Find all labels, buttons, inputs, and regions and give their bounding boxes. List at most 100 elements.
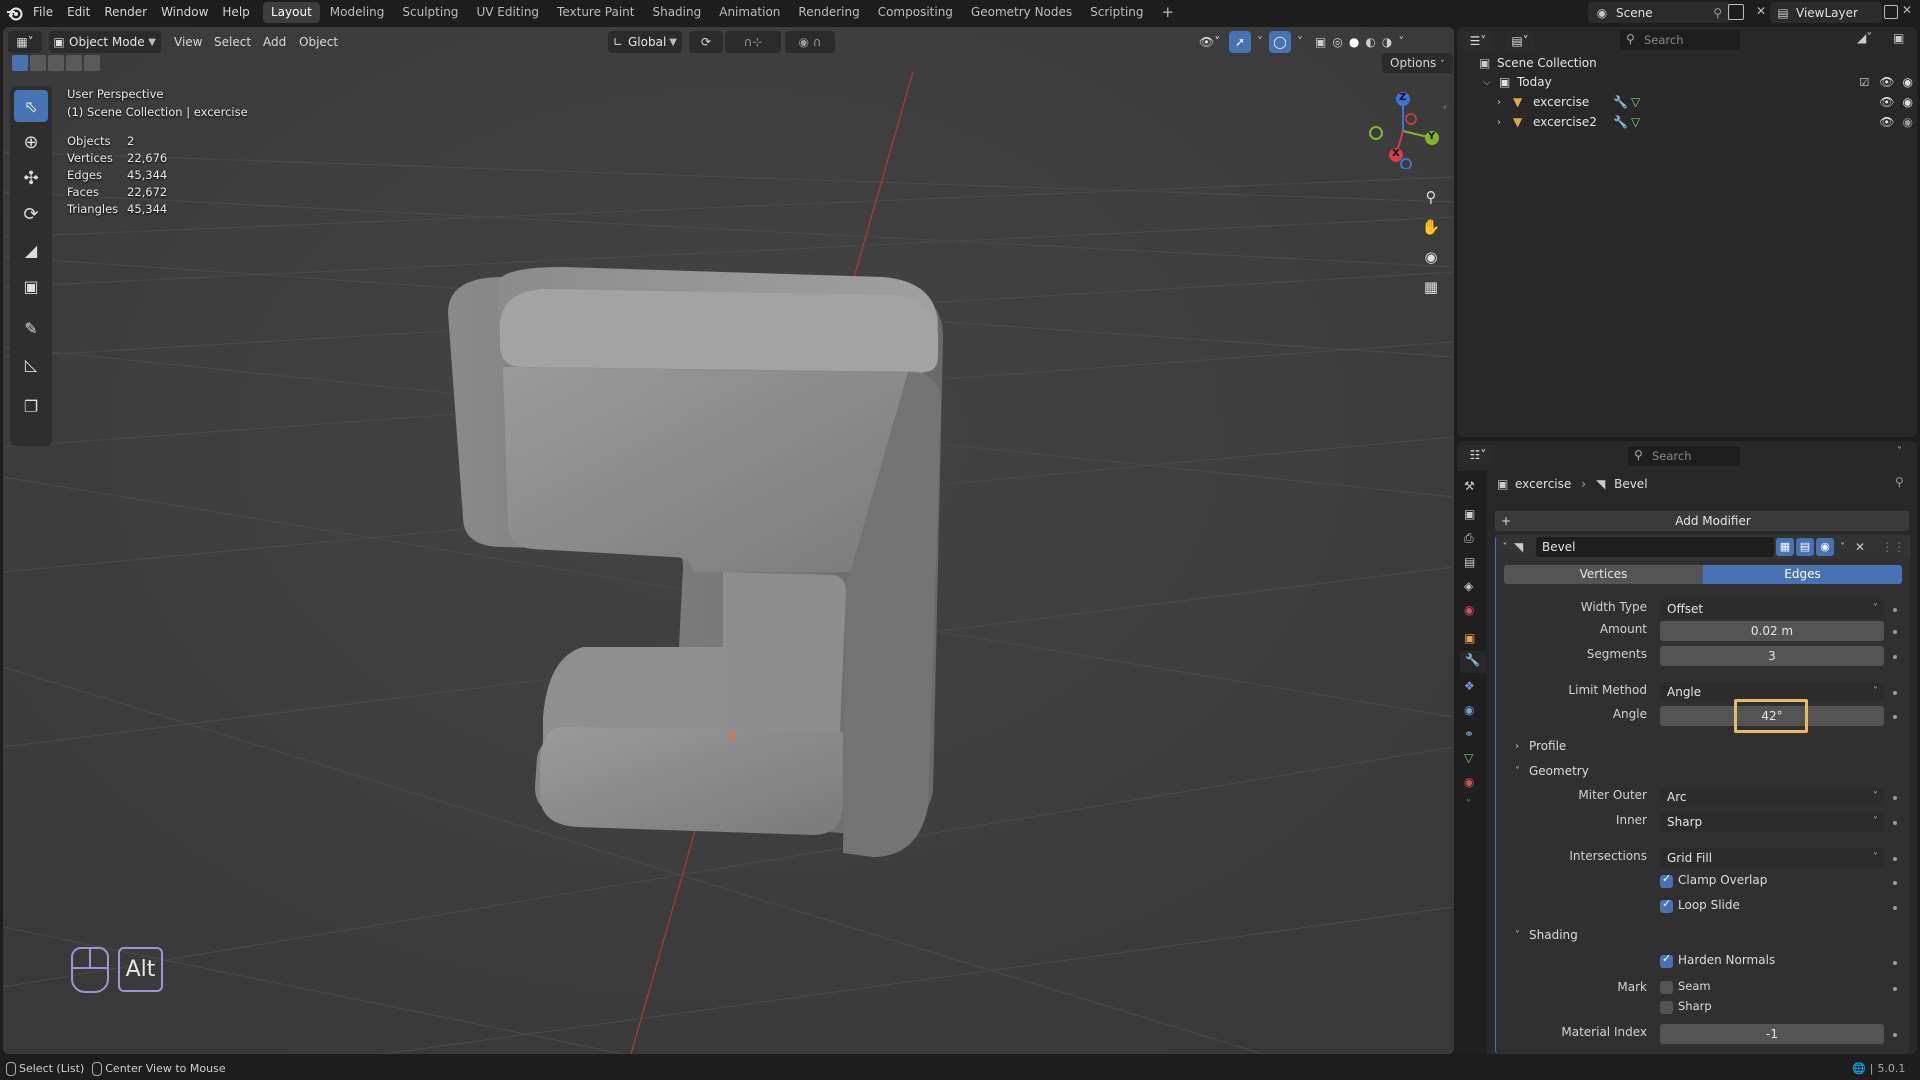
tab-sculpting[interactable]: Sculpting [394, 2, 466, 23]
select-box-tool[interactable]: ⬁ [14, 90, 48, 122]
segments-field[interactable]: 3 [1660, 646, 1884, 666]
loop-slide-checkbox[interactable]: ✓ [1660, 897, 1673, 913]
add-workspace-button[interactable]: + [1154, 2, 1183, 23]
snap-button[interactable]: ∩⊹ [725, 31, 781, 53]
menu-add[interactable]: Add [255, 31, 294, 53]
expand-chevron-icon[interactable]: › [1497, 97, 1513, 108]
new-view-layer-icon[interactable] [1884, 5, 1898, 19]
pin-icon[interactable]: ⚲ [1713, 6, 1722, 20]
eye-icon[interactable]: 👁 [1879, 75, 1894, 89]
annotate-tool[interactable]: ✎ [14, 312, 48, 344]
new-scene-icon[interactable] [1728, 4, 1744, 20]
material-index-field[interactable]: -1 [1660, 1024, 1884, 1044]
render-camera-icon[interactable]: ◉ [1903, 75, 1913, 89]
harden-normals-checkbox[interactable]: ✓ [1660, 952, 1673, 968]
keyframe-dot-icon[interactable] [1893, 1033, 1897, 1037]
outliner-editor-type-button[interactable]: ☰˅ [1463, 31, 1493, 51]
shading-dropdown-icon[interactable]: ˅ [1398, 35, 1404, 49]
menu-edit[interactable]: Edit [60, 0, 97, 25]
xray-icon[interactable]: ▣ [1315, 35, 1326, 49]
select-new-icon[interactable] [12, 55, 28, 71]
3d-viewport[interactable]: ▦˅ ▣ Object Mode ▼ View Select Add Objec… [3, 27, 1454, 1054]
mark-sharp-checkbox[interactable] [1660, 1001, 1673, 1014]
exclude-checkbox-icon[interactable]: ☑ [1859, 76, 1869, 89]
move-tool[interactable]: ✣ [14, 162, 48, 194]
keyframe-dot-icon[interactable] [1893, 987, 1897, 991]
expand-chevron-icon[interactable]: ⌵ [1483, 77, 1499, 88]
sidebar-toggle-icon[interactable]: ‹ [1443, 102, 1447, 113]
tab-layout[interactable]: Layout [263, 2, 320, 23]
menu-render[interactable]: Render [97, 0, 154, 25]
visibility-icon[interactable]: 👁˅ [1199, 35, 1223, 49]
remove-view-layer-icon[interactable]: ✕ [1902, 3, 1912, 17]
expand-chevron-icon[interactable]: › [1497, 117, 1513, 128]
select-intersect-icon[interactable] [84, 55, 100, 71]
eye-icon[interactable]: 👁 [1879, 95, 1894, 109]
tab-scripting[interactable]: Scripting [1082, 2, 1151, 23]
tab-rendering[interactable]: Rendering [790, 2, 867, 23]
pivot-point-button[interactable]: ⟳ [689, 31, 723, 53]
proportional-edit-button[interactable]: ◉ ∩ [785, 31, 835, 53]
keyframe-dot-icon[interactable] [1893, 821, 1897, 825]
editor-type-button[interactable]: ▦˅ [8, 31, 42, 53]
tab-animation[interactable]: Animation [711, 2, 788, 23]
transform-tool[interactable]: ▣ [14, 270, 48, 302]
solid-shading-icon[interactable]: ● [1349, 35, 1359, 49]
scene-collection-row[interactable]: ▣ Scene Collection [1479, 54, 1597, 72]
keyframe-dot-icon[interactable] [1893, 655, 1897, 659]
shading-section-header[interactable]: ˅ Shading [1515, 926, 1578, 944]
mesh-data-icon[interactable]: ▽ [1631, 95, 1640, 109]
outliner-search-input[interactable]: Search [1620, 30, 1740, 50]
outliner-object-row[interactable]: › ▼ excercise2 🔧 ▽ 👁 ◉ [1497, 113, 1913, 131]
keyframe-dot-icon[interactable] [1893, 857, 1897, 861]
gizmo-toggle-icon[interactable]: ➚ [1229, 31, 1251, 53]
menu-help[interactable]: Help [215, 0, 256, 25]
collection-row-today[interactable]: ⌵ ▣ Today ☑ 👁 ◉ [1483, 73, 1913, 91]
display-mode-button[interactable]: ▤˅ [1505, 31, 1535, 51]
width-type-dropdown[interactable]: Offset ˅ [1660, 599, 1884, 619]
new-collection-icon[interactable]: ▣ [1893, 31, 1904, 45]
eye-icon[interactable]: 👁 [1879, 115, 1894, 129]
options-button[interactable]: Options ˅ [1382, 53, 1453, 73]
menu-view[interactable]: View [166, 31, 210, 53]
miter-outer-dropdown[interactable]: Arc ˅ [1660, 787, 1884, 807]
material-shading-icon[interactable]: ◐ [1365, 35, 1375, 49]
scale-tool[interactable]: ◢ [14, 234, 48, 266]
filter-icon[interactable]: ◢˅ [1857, 31, 1872, 45]
overlay-toggle-icon[interactable]: ◯ [1269, 31, 1291, 53]
wireframe-shading-icon[interactable]: ◎ [1332, 35, 1342, 49]
render-camera-icon[interactable]: ◉ [1903, 115, 1913, 129]
add-cube-tool[interactable]: ❐ [14, 390, 48, 422]
geometry-section-header[interactable]: ˅ Geometry [1515, 762, 1589, 780]
render-camera-icon[interactable]: ◉ [1903, 95, 1913, 109]
keyframe-dot-icon[interactable] [1893, 691, 1897, 695]
wrench-modifier-icon[interactable]: 🔧 [1613, 115, 1631, 129]
tab-uv-editing[interactable]: UV Editing [468, 2, 547, 23]
keyframe-dot-icon[interactable] [1893, 608, 1897, 612]
zoom-button[interactable]: ⚲ [1416, 182, 1446, 212]
wrench-modifier-icon[interactable]: 🔧 [1613, 95, 1631, 109]
rendered-shading-icon[interactable]: ◑ [1382, 35, 1392, 49]
outliner-object-row[interactable]: › ▼ excercise 🔧 ▽ 👁 ◉ [1497, 93, 1913, 111]
select-subtract-icon[interactable] [48, 55, 64, 71]
menu-object[interactable]: Object [291, 31, 346, 53]
ortho-toggle-button[interactable]: ▦ [1416, 272, 1446, 302]
clamp-overlap-checkbox[interactable]: ✓ [1660, 872, 1673, 888]
tab-texture-paint[interactable]: Texture Paint [549, 2, 642, 23]
tab-modeling[interactable]: Modeling [322, 2, 393, 23]
mesh-data-icon[interactable]: ▽ [1631, 115, 1640, 129]
keyframe-dot-icon[interactable] [1893, 881, 1897, 885]
keyframe-dot-icon[interactable] [1893, 961, 1897, 965]
tab-shading[interactable]: Shading [644, 2, 709, 23]
mark-seam-checkbox[interactable] [1660, 981, 1673, 994]
menu-file[interactable]: File [26, 0, 60, 25]
rotate-tool[interactable]: ⟳ [14, 198, 48, 230]
blender-logo-icon[interactable] [6, 4, 24, 22]
camera-view-button[interactable]: ◉ [1416, 242, 1446, 272]
intersections-dropdown[interactable]: Grid Fill ˅ [1660, 848, 1884, 868]
keyframe-dot-icon[interactable] [1893, 796, 1897, 800]
keyframe-dot-icon[interactable] [1893, 906, 1897, 910]
outliner-search[interactable]: Search ⚲ [1620, 30, 1740, 50]
select-extend-icon[interactable] [30, 55, 46, 71]
navigation-gizmo[interactable]: Z Y X [1363, 89, 1443, 170]
